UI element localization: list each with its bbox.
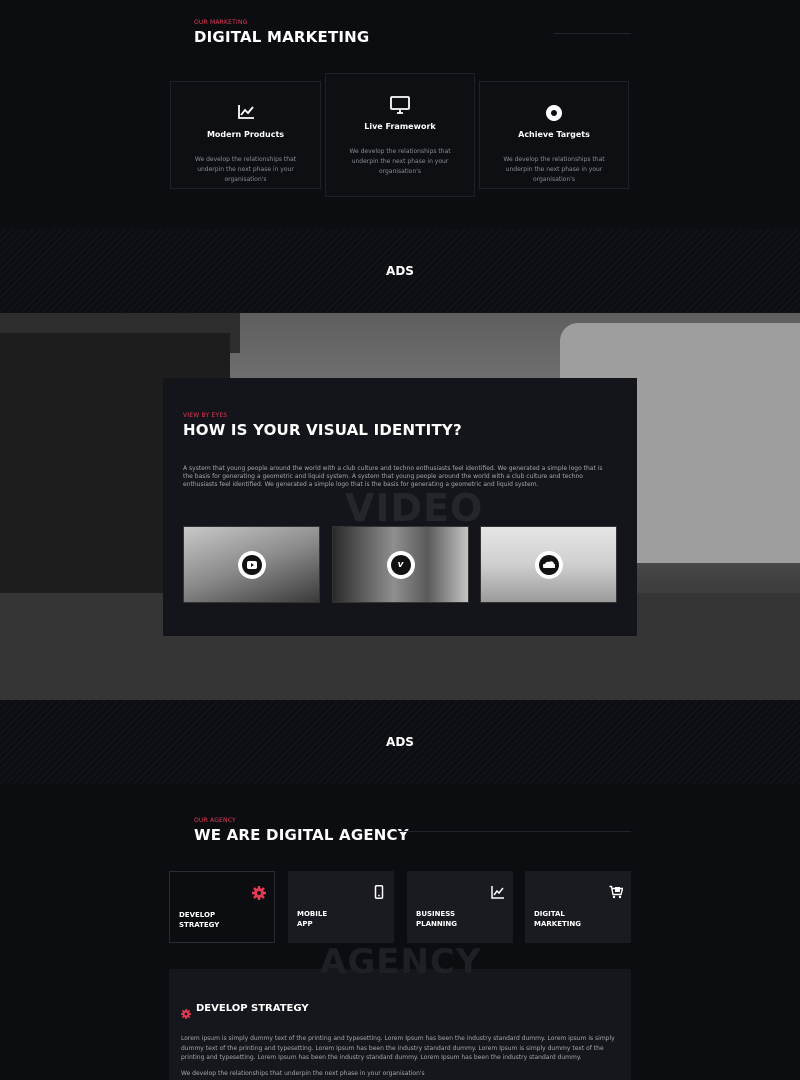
target-icon [480, 104, 628, 122]
feature-card-modern-products[interactable]: Modern Products We develop the relations… [170, 81, 321, 189]
feature-card-live-framework[interactable]: Live Framework We develop the relationsh… [325, 73, 475, 197]
strategy-title: DEVELOP STRATEGY [196, 1003, 309, 1014]
ads-label: ADS [386, 264, 414, 278]
tab-mobile-app[interactable]: MOBILE APP [288, 871, 394, 943]
feature-title: Live Framework [364, 122, 436, 131]
video-thumbnail-vimeo[interactable]: v [332, 526, 469, 603]
chart-line-icon [171, 104, 320, 122]
develop-strategy-panel: AGENCY DEVELOP STRATEGY Lorem ipsum is s… [169, 942, 631, 1080]
agency-title: WE ARE DIGITAL AGENCY [194, 826, 409, 844]
chart-line-icon [491, 884, 505, 899]
gear-icon [181, 1004, 191, 1019]
marketing-section-head: OUR MARKETING DIGITAL MARKETING [194, 19, 631, 46]
visual-body: A system that young people around the wo… [183, 465, 603, 488]
tile-label: BUSINESS PLANNING [416, 910, 457, 928]
monitor-icon [326, 96, 474, 114]
video-thumbnail-youtube[interactable] [183, 526, 320, 603]
visual-identity-panel: VIDEO VIEW BY EYES HOW IS YOUR VISUAL ID… [163, 378, 637, 636]
marketing-eyebrow: OUR MARKETING [194, 19, 248, 26]
ads-banner[interactable]: ADS [0, 700, 800, 784]
divider [554, 33, 631, 34]
video-thumbnail-soundcloud[interactable] [480, 526, 617, 603]
cart-icon [609, 884, 624, 899]
youtube-icon[interactable] [237, 550, 266, 579]
gear-icon [252, 885, 266, 900]
feature-desc: We develop the relationships that underp… [194, 156, 297, 183]
strategy-footer-text: We develop the relationships that underp… [181, 1070, 425, 1077]
tab-develop-strategy[interactable]: DEVELOP STRATEGY [169, 871, 275, 943]
strategy-body: Lorem ipsum is simply dummy text of the … [181, 1035, 615, 1061]
tile-label: DIGITAL MARKETING [534, 910, 581, 928]
soundcloud-icon[interactable] [534, 550, 563, 579]
marketing-title: DIGITAL MARKETING [194, 28, 370, 46]
visual-title: HOW IS YOUR VISUAL IDENTITY? [183, 421, 462, 439]
visual-eyebrow: VIEW BY EYES [183, 412, 228, 419]
tile-label: DEVELOP STRATEGY [179, 911, 220, 929]
vimeo-icon[interactable]: v [386, 550, 415, 579]
agency-section-head: OUR AGENCY WE ARE DIGITAL AGENCY [194, 817, 631, 844]
tab-digital-marketing[interactable]: DIGITAL MARKETING [525, 871, 631, 943]
agency-watermark: AGENCY [320, 942, 482, 982]
ads-label: ADS [386, 735, 414, 749]
feature-card-achieve-targets[interactable]: Achieve Targets We develop the relations… [479, 81, 629, 189]
divider [399, 831, 631, 832]
tab-business-planning[interactable]: BUSINESS PLANNING [407, 871, 513, 943]
video-watermark: VIDEO [345, 486, 484, 530]
ads-banner[interactable]: ADS [0, 229, 800, 313]
smartphone-icon [372, 884, 386, 899]
feature-desc: We develop the relationships that underp… [503, 156, 605, 183]
hero-background-image: VIDEO VIEW BY EYES HOW IS YOUR VISUAL ID… [0, 313, 800, 700]
feature-title: Achieve Targets [518, 130, 590, 139]
feature-desc: We develop the relationships that underp… [349, 148, 451, 175]
tile-label: MOBILE APP [297, 910, 328, 928]
feature-title: Modern Products [206, 130, 285, 139]
agency-eyebrow: OUR AGENCY [194, 817, 236, 824]
